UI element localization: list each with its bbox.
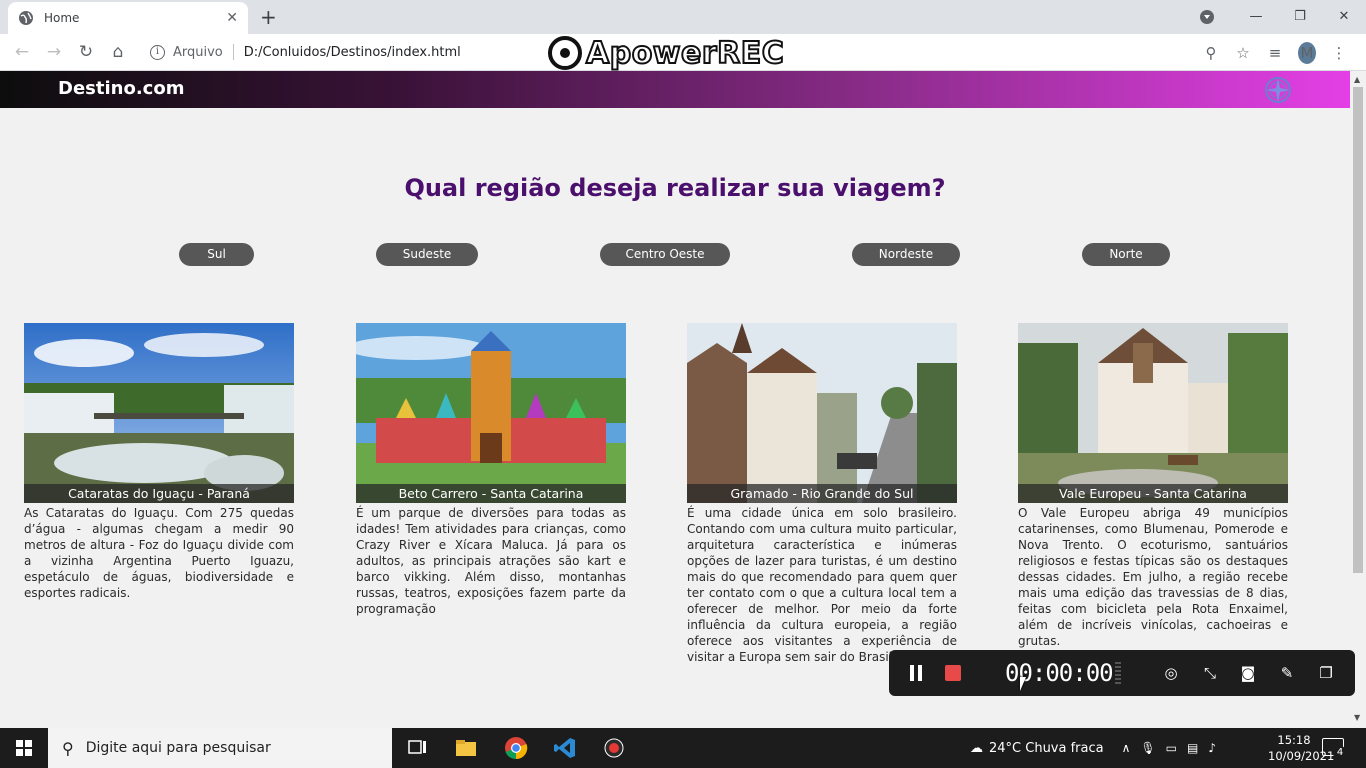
- apowerrec-taskbar-icon[interactable]: [602, 736, 626, 760]
- card-caption: Cataratas do Iguaçu - Paraná: [24, 484, 294, 503]
- zoom-icon[interactable]: ⚲: [1202, 44, 1220, 62]
- card-description: É uma cidade única em solo brasileiro. C…: [687, 506, 957, 664]
- window-controls: — ❐ ✕: [1234, 0, 1366, 32]
- toolbar-actions: ⚲ ☆ ≡ M ⋮: [1202, 42, 1348, 64]
- address-separator: [232, 44, 234, 60]
- maximize-button[interactable]: ❐: [1278, 9, 1322, 24]
- compass-icon[interactable]: [1264, 76, 1292, 104]
- search-placeholder: Digite aqui para pesquisar: [85, 740, 271, 756]
- card-description: O Vale Europeu abriga 49 municípios cata…: [1018, 506, 1288, 648]
- forward-arrow-icon[interactable]: →: [44, 42, 64, 62]
- back-arrow-icon[interactable]: ←: [12, 42, 32, 62]
- taskbar-search-box[interactable]: ⚲ Digite aqui para pesquisar: [48, 728, 392, 768]
- destination-card-iguacu[interactable]: Cataratas do Iguaçu - Paraná As Catarata…: [24, 323, 294, 601]
- card-caption: Vale Europeu - Santa Catarina: [1018, 484, 1288, 503]
- vale-europeu-photo[interactable]: Vale Europeu - Santa Catarina: [1018, 323, 1288, 503]
- stop-record-button[interactable]: [945, 665, 961, 681]
- camera-icon[interactable]: ◙: [1238, 663, 1258, 683]
- region-button-nordeste[interactable]: Nordeste: [852, 243, 960, 266]
- microphone-icon[interactable]: 🎙: [1140, 741, 1155, 755]
- scroll-down-arrow-icon[interactable]: ▼: [1354, 713, 1360, 722]
- volume-icon[interactable]: ♪: [1208, 741, 1216, 755]
- mouse-cursor-icon: [1020, 677, 1026, 691]
- tray-expand-icon[interactable]: ∧: [1122, 741, 1131, 755]
- globe-icon: [19, 11, 33, 25]
- region-button-centro-oeste[interactable]: Centro Oeste: [600, 243, 730, 266]
- site-logo[interactable]: Destino.com: [58, 78, 184, 99]
- scroll-thumb[interactable]: [1353, 87, 1363, 573]
- recorder-control-bar: 00:00:00 ◎ ⤡ ◙ ✎ ❐: [889, 650, 1355, 696]
- tab-close-icon[interactable]: ✕: [226, 10, 238, 26]
- destination-card-vale-europeu[interactable]: Vale Europeu - Santa Catarina O Vale Eur…: [1018, 323, 1288, 649]
- file-explorer-icon[interactable]: [454, 736, 478, 760]
- card-description: As Cataratas do Iguaçu. Com 275 quedas d…: [24, 506, 294, 600]
- notification-count-badge: 4: [1333, 746, 1347, 760]
- iguacu-falls-photo[interactable]: Cataratas do Iguaçu - Paraná: [24, 323, 294, 503]
- info-icon[interactable]: i: [150, 44, 165, 60]
- url-text: D:/Conluidos/Destinos/index.html: [243, 44, 461, 60]
- reading-list-icon[interactable]: ≡: [1266, 44, 1284, 62]
- region-button-norte[interactable]: Norte: [1082, 243, 1170, 266]
- page-scrollbar[interactable]: ▲ ▼: [1350, 71, 1366, 728]
- page-headline: Qual região deseja realizar sua viagem?: [404, 174, 946, 202]
- region-button-sul[interactable]: Sul: [179, 243, 254, 266]
- site-header: Destino.com: [0, 71, 1350, 108]
- bookmark-star-icon[interactable]: ☆: [1234, 44, 1252, 62]
- apowerrec-logo-text: ApowerREC: [585, 35, 785, 72]
- close-window-button[interactable]: ✕: [1322, 9, 1366, 24]
- page-viewport: Destino.com Qual região deseja realizar …: [0, 71, 1350, 728]
- weather-cloud-icon[interactable]: ☁: [970, 741, 983, 756]
- menu-kebab-icon[interactable]: ⋮: [1330, 44, 1348, 62]
- browser-tab-home[interactable]: Home ✕: [8, 2, 248, 34]
- region-button-sudeste[interactable]: Sudeste: [376, 243, 478, 266]
- home-icon[interactable]: ⌂: [108, 42, 128, 62]
- taskbar-clock[interactable]: 15:18 10/09/2021: [1268, 732, 1335, 764]
- scroll-up-arrow-icon[interactable]: ▲: [1354, 75, 1360, 84]
- screenshot-region-icon[interactable]: ◎: [1161, 663, 1181, 683]
- card-description: É um parque de diversões para todas as i…: [356, 506, 626, 616]
- gramado-street-photo[interactable]: Gramado - Rio Grande do Sul: [687, 323, 957, 503]
- vscode-icon[interactable]: [553, 736, 577, 760]
- network-icon[interactable]: ▤: [1187, 741, 1198, 755]
- weather-text[interactable]: 24°C Chuva fraca: [989, 741, 1104, 756]
- clock-time: 15:18: [1277, 733, 1311, 747]
- pause-icon[interactable]: [909, 665, 923, 681]
- apowerrec-watermark: ApowerREC: [548, 32, 785, 74]
- search-icon: ⚲: [62, 738, 74, 758]
- fullscreen-shrink-icon[interactable]: ⤡: [1200, 663, 1220, 683]
- profile-avatar[interactable]: M: [1298, 42, 1316, 64]
- beto-carrero-castle-photo[interactable]: Beto Carrero - Santa Catarina: [356, 323, 626, 503]
- card-caption: Gramado - Rio Grande do Sul: [687, 484, 957, 503]
- window-copy-icon[interactable]: ❐: [1316, 663, 1336, 683]
- minimize-button[interactable]: —: [1234, 9, 1278, 24]
- destination-card-gramado[interactable]: Gramado - Rio Grande do Sul É uma cidade…: [687, 323, 957, 665]
- task-view-icon[interactable]: [406, 736, 430, 760]
- drag-handle[interactable]: [1115, 662, 1121, 684]
- reload-icon[interactable]: ↻: [76, 42, 96, 62]
- camera-lens-icon: [548, 36, 582, 70]
- windows-start-icon[interactable]: [0, 728, 48, 768]
- card-caption: Beto Carrero - Santa Catarina: [356, 484, 626, 503]
- windows-taskbar: ⚲ Digite aqui para pesquisar ☁ 24°C Chuv…: [0, 728, 1366, 768]
- new-tab-button[interactable]: +: [260, 7, 277, 27]
- chrome-icon[interactable]: [504, 736, 528, 760]
- browser-tab-strip: Home ✕ + — ❐ ✕: [0, 0, 1366, 34]
- battery-icon[interactable]: ▭: [1166, 741, 1177, 755]
- pen-icon[interactable]: ✎: [1277, 663, 1297, 683]
- clock-date: 10/09/2021: [1268, 749, 1335, 763]
- system-tray: ☁ 24°C Chuva fraca ∧ 🎙 ▭ ▤ ♪: [970, 728, 1221, 768]
- tab-title: Home: [44, 11, 80, 25]
- destination-card-beto-carrero[interactable]: Beto Carrero - Santa Catarina É um parqu…: [356, 323, 626, 617]
- tab-search-icon[interactable]: [1200, 10, 1214, 24]
- file-scheme-label: Arquivo: [173, 44, 223, 60]
